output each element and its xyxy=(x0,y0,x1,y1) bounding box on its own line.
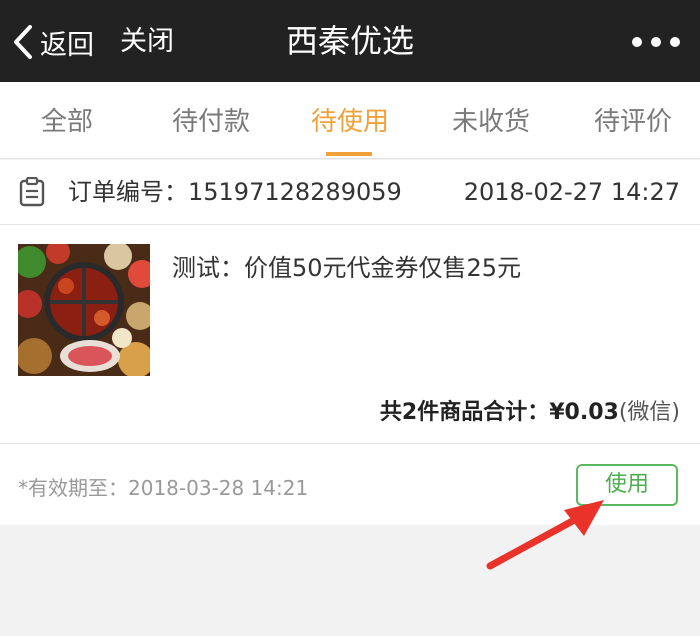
dot xyxy=(670,37,680,47)
page-title: 西秦优选 xyxy=(285,22,414,60)
active-tab-indicator xyxy=(326,152,372,156)
order-date: 2018-02-27 14:27 xyxy=(463,178,680,206)
tab-all[interactable]: 全部 xyxy=(22,82,112,158)
order-number-label: 订单编号： xyxy=(68,178,188,206)
hotpot-food-image xyxy=(18,244,150,376)
order-card: 订单编号： 15197128289059 2018-02-27 14:27 测试… xyxy=(0,160,700,525)
order-status-tabs: 全部 待付款 待使用 未收货 待评价 xyxy=(0,82,700,159)
divider xyxy=(0,443,700,444)
close-button[interactable]: 关闭 xyxy=(120,22,174,62)
payment-method: (微信) xyxy=(618,400,680,425)
more-dots-icon[interactable] xyxy=(632,30,680,54)
tab-pending-review[interactable]: 待评价 xyxy=(578,82,688,158)
tab-pending-payment[interactable]: 待付款 xyxy=(156,82,266,158)
tab-not-received[interactable]: 未收货 xyxy=(436,82,546,158)
chevron-left-icon xyxy=(14,25,32,59)
tab-pending-use[interactable]: 待使用 xyxy=(295,82,405,158)
back-label: 返回 xyxy=(40,29,94,61)
order-header: 订单编号： 15197128289059 2018-02-27 14:27 xyxy=(0,160,700,225)
dot xyxy=(632,37,642,47)
order-total-text: 共2件商品合计：¥0.03 xyxy=(379,400,619,425)
validity-date: *有效期至：2018-03-28 14:21 xyxy=(18,476,309,500)
back-button[interactable]: 返回 xyxy=(12,22,94,62)
red-arrow-icon xyxy=(486,500,604,570)
order-total: 共2件商品合计：¥0.03(微信) xyxy=(380,394,680,426)
product-name[interactable]: 测试：价值50元代金券仅售25元 xyxy=(172,248,521,283)
product-thumbnail[interactable] xyxy=(18,244,150,376)
top-navigation-bar: 返回 关闭 西秦优选 xyxy=(0,0,700,82)
order-number: 15197128289059 xyxy=(188,178,402,206)
document-icon xyxy=(19,177,45,207)
dot xyxy=(651,37,661,47)
